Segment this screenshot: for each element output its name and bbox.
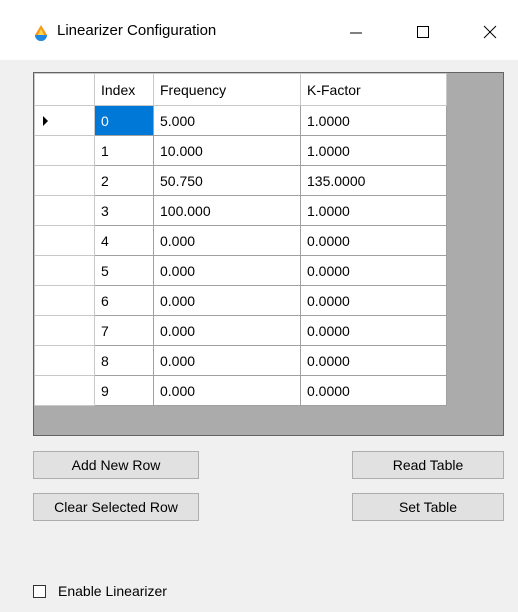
cell-k-factor[interactable]: 0.0000 <box>300 345 447 376</box>
cell-index[interactable]: 0 <box>94 105 154 136</box>
table-row[interactable]: 2 50.750 135.0000 <box>34 165 447 196</box>
cell-k-factor[interactable]: 0.0000 <box>300 285 447 316</box>
cell-frequency[interactable]: 0.000 <box>153 345 301 376</box>
table-header-row: Index Frequency K-Factor <box>34 73 447 106</box>
row-header[interactable] <box>34 105 95 136</box>
enable-linearizer-label[interactable]: Enable Linearizer <box>58 583 167 599</box>
cell-index[interactable]: 7 <box>94 315 154 346</box>
table-row[interactable]: 1 10.000 1.0000 <box>34 135 447 166</box>
linearizer-table: Index Frequency K-Factor 0 5.000 1.0000 … <box>34 73 447 406</box>
maximize-icon <box>417 26 429 38</box>
cell-k-factor[interactable]: 0.0000 <box>300 375 447 406</box>
cell-k-factor[interactable]: 0.0000 <box>300 255 447 286</box>
cell-index[interactable]: 3 <box>94 195 154 226</box>
cell-index[interactable]: 8 <box>94 345 154 376</box>
row-header[interactable] <box>34 375 95 406</box>
top-left-header-cell[interactable] <box>34 73 95 106</box>
cell-frequency[interactable]: 5.000 <box>153 105 301 136</box>
current-row-arrow-icon <box>43 116 48 126</box>
checkbox-box[interactable] <box>33 584 46 598</box>
cell-k-factor[interactable]: 135.0000 <box>300 165 447 196</box>
cell-index[interactable]: 4 <box>94 225 154 256</box>
row-header[interactable] <box>34 195 95 226</box>
table-row[interactable]: 4 0.000 0.0000 <box>34 225 447 256</box>
cell-frequency[interactable]: 0.000 <box>153 315 301 346</box>
cell-frequency[interactable]: 0.000 <box>153 225 301 256</box>
color-drop-app-icon <box>35 25 47 41</box>
table-row[interactable]: 6 0.000 0.0000 <box>34 285 447 316</box>
cell-index[interactable]: 2 <box>94 165 154 196</box>
set-table-button[interactable]: Set Table <box>352 493 504 521</box>
row-header[interactable] <box>34 285 95 316</box>
minimize-icon <box>350 32 362 34</box>
row-header[interactable] <box>34 315 95 346</box>
table-row[interactable]: 5 0.000 0.0000 <box>34 255 447 286</box>
table-row[interactable]: 3 100.000 1.0000 <box>34 195 447 226</box>
column-header-index[interactable]: Index <box>94 73 154 106</box>
row-header[interactable] <box>34 165 95 196</box>
cell-index[interactable]: 1 <box>94 135 154 166</box>
minimize-button[interactable] <box>333 10 379 54</box>
column-header-k-factor[interactable]: K-Factor <box>300 73 447 106</box>
row-header[interactable] <box>34 255 95 286</box>
read-table-button[interactable]: Read Table <box>352 451 504 479</box>
title-bar: Linearizer Configuration <box>0 0 518 60</box>
row-header[interactable] <box>34 345 95 376</box>
cell-frequency[interactable]: 100.000 <box>153 195 301 226</box>
cell-frequency[interactable]: 50.750 <box>153 165 301 196</box>
cell-frequency[interactable]: 0.000 <box>153 285 301 316</box>
enable-linearizer-checkbox[interactable]: Enable Linearizer <box>33 583 167 599</box>
close-button[interactable] <box>467 10 513 54</box>
cell-k-factor[interactable]: 1.0000 <box>300 195 447 226</box>
table-row[interactable]: 0 5.000 1.0000 <box>34 105 447 136</box>
close-icon <box>483 25 497 39</box>
clear-selected-row-button[interactable]: Clear Selected Row <box>33 493 199 521</box>
row-header[interactable] <box>34 135 95 166</box>
row-header[interactable] <box>34 225 95 256</box>
cell-index[interactable]: 9 <box>94 375 154 406</box>
cell-k-factor[interactable]: 0.0000 <box>300 225 447 256</box>
cell-index[interactable]: 6 <box>94 285 154 316</box>
linearizer-data-grid[interactable]: Index Frequency K-Factor 0 5.000 1.0000 … <box>33 72 504 436</box>
cell-frequency[interactable]: 10.000 <box>153 135 301 166</box>
window-title: Linearizer Configuration <box>57 22 217 39</box>
cell-k-factor[interactable]: 0.0000 <box>300 315 447 346</box>
add-new-row-button[interactable]: Add New Row <box>33 451 199 479</box>
column-header-frequency[interactable]: Frequency <box>153 73 301 106</box>
table-row[interactable]: 8 0.000 0.0000 <box>34 345 447 376</box>
cell-k-factor[interactable]: 1.0000 <box>300 105 447 136</box>
maximize-button[interactable] <box>400 10 446 54</box>
table-row[interactable]: 7 0.000 0.0000 <box>34 315 447 346</box>
table-row[interactable]: 9 0.000 0.0000 <box>34 375 447 406</box>
cell-k-factor[interactable]: 1.0000 <box>300 135 447 166</box>
cell-frequency[interactable]: 0.000 <box>153 375 301 406</box>
cell-index[interactable]: 5 <box>94 255 154 286</box>
cell-frequency[interactable]: 0.000 <box>153 255 301 286</box>
